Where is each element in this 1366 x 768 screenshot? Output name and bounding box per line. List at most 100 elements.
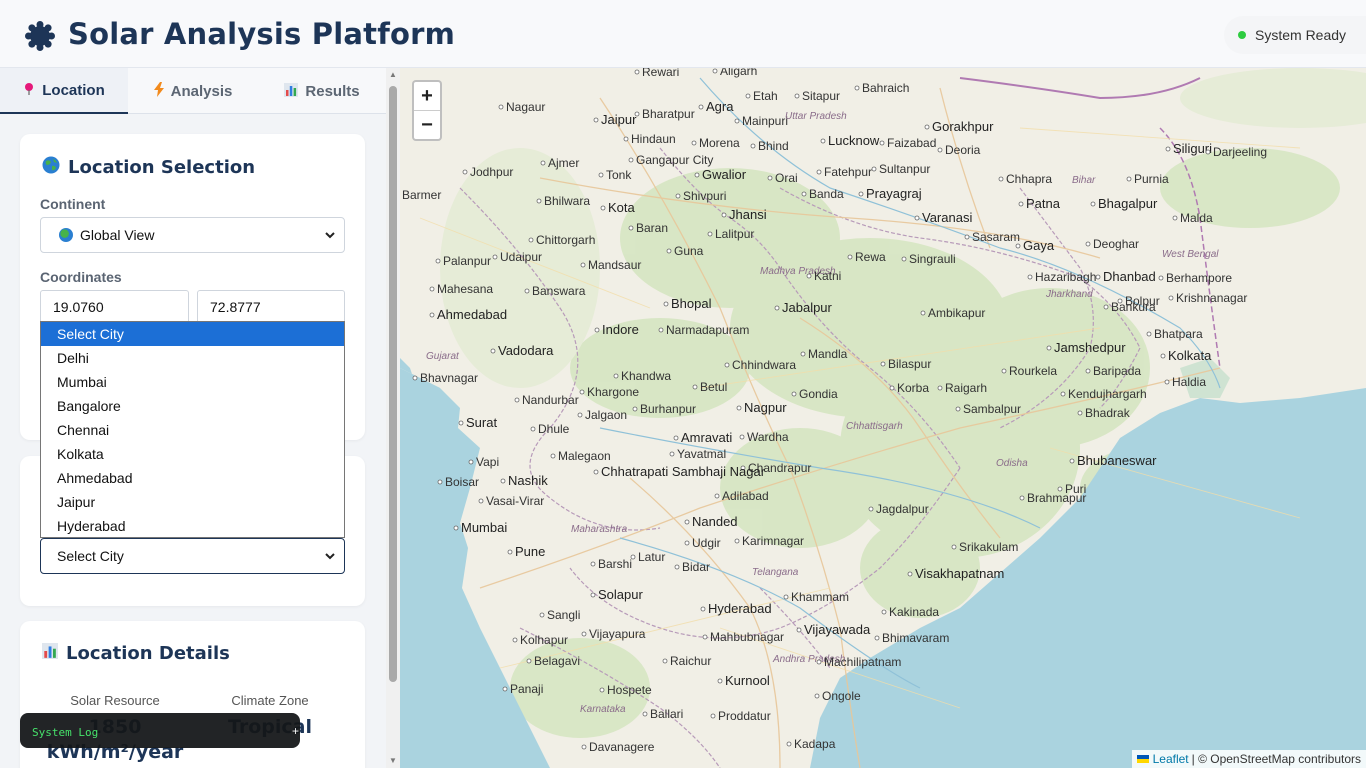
- leaflet-link[interactable]: Leaflet: [1153, 752, 1189, 766]
- map-place-label: Patna: [1026, 196, 1061, 211]
- app-title: Solar Analysis Platform: [68, 17, 456, 51]
- city-option[interactable]: Kolkata: [41, 442, 344, 466]
- map-place-dot: [674, 564, 680, 570]
- map-place-dot: [663, 301, 669, 307]
- city-option[interactable]: Bangalore: [41, 394, 344, 418]
- map-place-dot: [539, 612, 545, 618]
- chevron-down-icon: [325, 232, 335, 239]
- map-place-label: Bhimavaram: [882, 631, 949, 645]
- map-place-dot: [858, 191, 864, 197]
- map-place-label: Gaya: [1023, 238, 1055, 253]
- coordinates-label: Coordinates: [40, 269, 122, 285]
- map-place-dot: [854, 85, 860, 91]
- continent-label: Continent: [40, 196, 106, 212]
- map-place-label: Visakhapatnam: [915, 566, 1004, 581]
- map-place-label: Kakinada: [889, 605, 939, 619]
- map-place-label: Ballari: [650, 707, 683, 721]
- map-place-dot: [871, 166, 877, 172]
- map-place-label: Banda: [809, 187, 844, 201]
- map-place-dot: [412, 375, 418, 381]
- map-place-dot: [634, 111, 640, 117]
- map-place-label: Ongole: [822, 689, 861, 703]
- map-place-dot: [937, 147, 943, 153]
- map-place-dot: [536, 198, 542, 204]
- map-place-dot: [502, 686, 508, 692]
- map-place-label: Sasaram: [972, 230, 1020, 244]
- continent-select[interactable]: Global View: [40, 217, 345, 253]
- map-place-label: Singrauli: [909, 252, 956, 266]
- map-place-label: Nagaur: [506, 100, 545, 114]
- tab-label: Analysis: [170, 82, 233, 100]
- tab-results[interactable]: Results: [258, 68, 386, 114]
- system-log-toggle-button[interactable]: +: [292, 725, 302, 737]
- map-place-dot: [920, 310, 926, 316]
- sidebar-scrollbar[interactable]: ▲ ▼: [386, 68, 400, 768]
- map-place-dot: [673, 435, 679, 441]
- map-place-label: Bhind: [758, 139, 789, 153]
- city-select-value: Select City: [57, 548, 124, 564]
- map-place-label: Kadapa: [794, 737, 836, 751]
- map-place-dot: [600, 205, 606, 211]
- map-place-dot: [1164, 379, 1170, 385]
- map-place-dot: [724, 362, 730, 368]
- map-place-dot: [1085, 241, 1091, 247]
- map-place-dot: [623, 136, 629, 142]
- globe-icon: [42, 156, 60, 179]
- tab-analysis[interactable]: Analysis: [128, 68, 258, 114]
- map-place-label: Belagavi: [534, 654, 580, 668]
- city-select[interactable]: Select City: [40, 538, 345, 574]
- map-place-label: Nandurbar: [522, 393, 579, 407]
- map-place-label: Nagpur: [744, 400, 787, 415]
- zoom-out-button[interactable]: −: [414, 111, 440, 140]
- map-place-label: Mahbubnagar: [710, 630, 784, 644]
- map-place-dot: [530, 426, 536, 432]
- map-place-dot: [914, 215, 920, 221]
- map-place-label: Boisar: [445, 475, 479, 489]
- map-place-label: Sitapur: [802, 89, 840, 103]
- map-place-dot: [1168, 295, 1174, 301]
- city-option[interactable]: Delhi: [41, 346, 344, 370]
- city-option[interactable]: Ahmedabad: [41, 466, 344, 490]
- map-place-dot: [492, 254, 498, 260]
- map-place-label: Chhapra: [1006, 172, 1052, 186]
- city-option[interactable]: Select City: [41, 322, 344, 346]
- map-place-dot: [594, 327, 600, 333]
- longitude-input[interactable]: 72.8777: [197, 290, 345, 324]
- tab-location[interactable]: Location: [0, 68, 128, 114]
- scroll-up-icon[interactable]: ▲: [388, 70, 398, 80]
- city-option[interactable]: Chennai: [41, 418, 344, 442]
- map-place-dot: [692, 384, 698, 390]
- map-place-dot: [580, 262, 586, 268]
- map-place-dot: [955, 406, 961, 412]
- map-place-dot: [745, 93, 751, 99]
- map-place-dot: [642, 711, 648, 717]
- map[interactable]: Rewari Aligarh Nagaur Agra Etah Sitapur Bahrai…: [400, 68, 1366, 768]
- map-place-dot: [498, 104, 504, 110]
- scroll-down-icon[interactable]: ▼: [388, 756, 398, 766]
- map-place-label: Sangli: [547, 608, 580, 622]
- map-place-dot: [1126, 176, 1132, 182]
- map-place-dot: [514, 397, 520, 403]
- map-place-label: Hazaribagh: [1035, 270, 1096, 284]
- map-place-dot: [634, 69, 640, 75]
- latitude-input[interactable]: 19.0760: [40, 290, 189, 324]
- system-status: System Ready: [1224, 16, 1366, 54]
- map-place-dot: [1085, 368, 1091, 374]
- map-place-dot: [710, 713, 716, 719]
- card-title: Location Details: [42, 643, 230, 664]
- continent-value: Global View: [80, 227, 155, 243]
- map-place-dot: [794, 93, 800, 99]
- map-place-label: Chhattisgarh: [846, 421, 903, 432]
- city-option[interactable]: Jaipur: [41, 490, 344, 514]
- zoom-in-button[interactable]: +: [414, 82, 440, 111]
- city-option[interactable]: Hyderabad: [41, 514, 344, 538]
- map-place-dot: [750, 143, 756, 149]
- city-option[interactable]: Mumbai: [41, 370, 344, 394]
- map-place-label: Guna: [674, 244, 704, 258]
- scrollbar-thumb[interactable]: [389, 86, 397, 682]
- map-place-label: Ambikapur: [928, 306, 985, 320]
- map-place-label: Agra: [706, 99, 734, 114]
- map-place-dot: [632, 406, 638, 412]
- map-place-dot: [1165, 146, 1171, 152]
- system-log-panel[interactable]: System Log +: [20, 713, 300, 748]
